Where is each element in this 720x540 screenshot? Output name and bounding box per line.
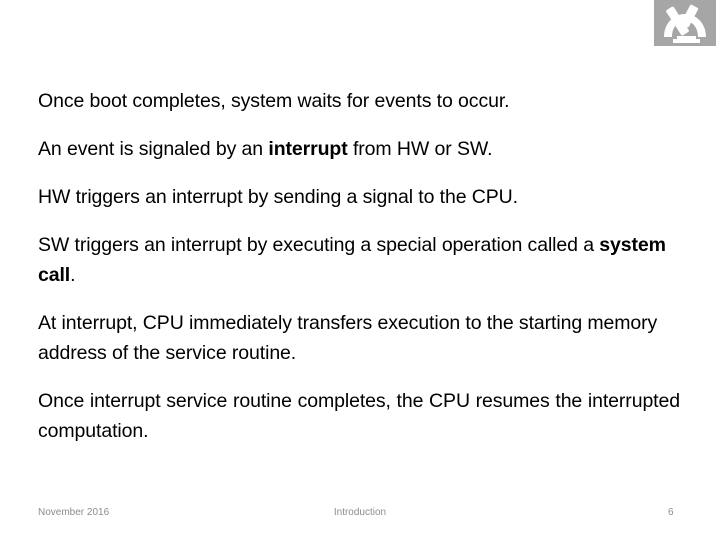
body-paragraph-4: SW triggers an interrupt by executing a … bbox=[38, 230, 680, 290]
body-run-2-2: interrupt bbox=[268, 138, 348, 160]
body-run-6-1: Once interrupt service routine completes… bbox=[38, 390, 680, 442]
microscope-icon bbox=[660, 3, 710, 43]
body-paragraph-1: Once boot completes, system waits for ev… bbox=[38, 86, 680, 116]
slide-body: Once boot completes, system waits for ev… bbox=[38, 86, 680, 476]
footer-page-number: 6 bbox=[668, 507, 674, 518]
body-run-4-3: . bbox=[70, 264, 76, 286]
body-run-3-1: HW triggers an interrupt by sending a si… bbox=[38, 186, 518, 208]
body-run-5-1: At interrupt, CPU immediately transfers … bbox=[38, 312, 658, 364]
body-run-2-3: from HW or SW. bbox=[347, 138, 493, 160]
slide-footer: November 2016 Introduction 6 bbox=[0, 505, 720, 527]
body-paragraph-6: Once interrupt service routine completes… bbox=[38, 386, 680, 476]
logo-box bbox=[654, 0, 716, 46]
footer-title: Introduction bbox=[333, 507, 387, 518]
body-run-1-1: Once boot completes, system waits for ev… bbox=[38, 90, 510, 112]
slide-canvas: Once boot completes, system waits for ev… bbox=[0, 0, 720, 540]
body-paragraph-2: An event is signaled by an interrupt fro… bbox=[38, 134, 680, 164]
body-run-2-1: An event is signaled by an bbox=[38, 138, 269, 160]
body-paragraph-3: HW triggers an interrupt by sending a si… bbox=[38, 182, 680, 212]
body-paragraph-5: At interrupt, CPU immediately transfers … bbox=[38, 308, 680, 368]
body-run-4-1: SW triggers an interrupt by executing a … bbox=[38, 234, 600, 256]
